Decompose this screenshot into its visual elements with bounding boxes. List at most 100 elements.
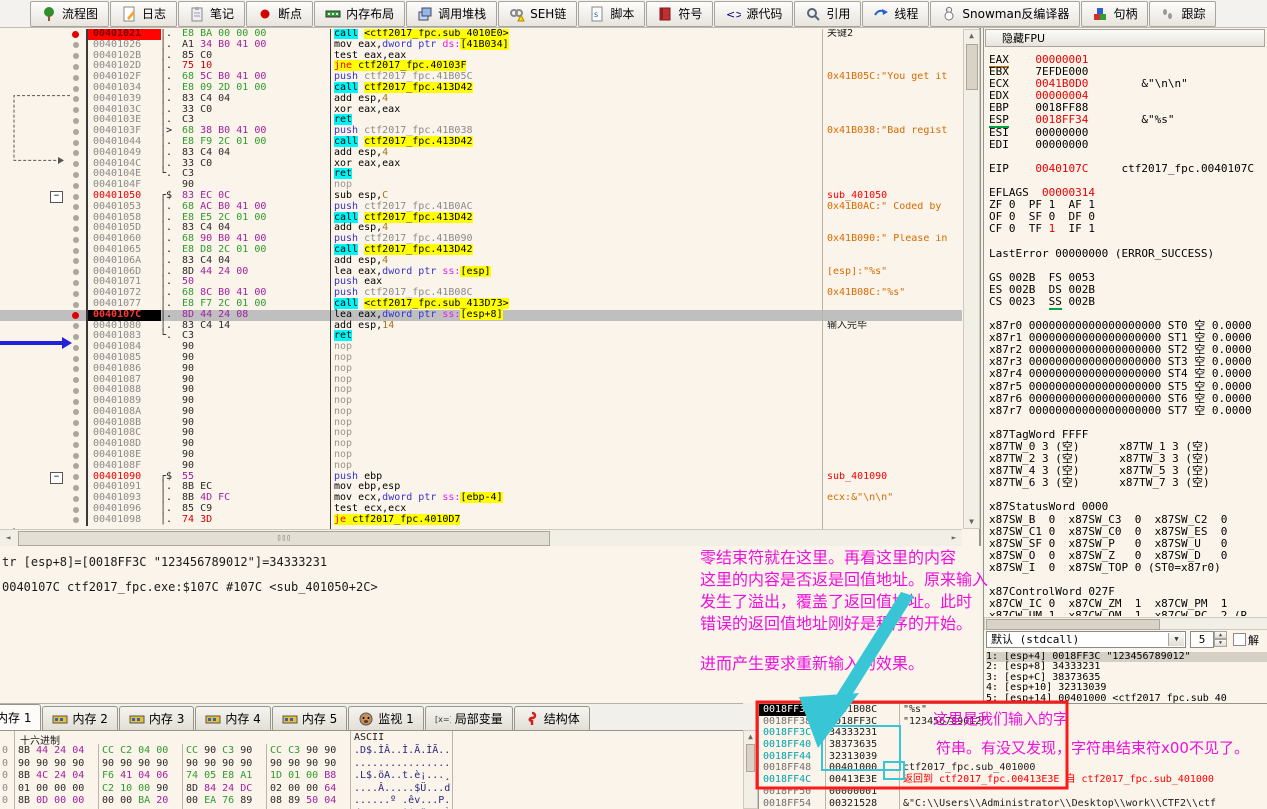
row-dot-icon[interactable] bbox=[73, 204, 79, 211]
memory-dump-panel[interactable]: 十六进制 ASCII 0 8B 44 24 04 CC C2 04 00 CC 90 … bbox=[0, 730, 743, 809]
row-dot-icon[interactable] bbox=[73, 42, 79, 49]
arg-count-input[interactable]: 5 bbox=[1190, 631, 1214, 648]
row-dot-icon[interactable] bbox=[73, 495, 79, 502]
disasm-row[interactable]: 00401088 90 nop bbox=[0, 384, 962, 397]
row-dot-icon[interactable] bbox=[73, 193, 79, 200]
disasm-row[interactable]: 00401093 │. 8B 4D FC mov ecx,dword ptr ss:[… bbox=[0, 492, 962, 505]
row-dot-icon[interactable] bbox=[73, 290, 79, 297]
arg-count-spinner[interactable]: ▲ ▼ bbox=[1214, 631, 1227, 648]
row-dot-icon[interactable] bbox=[73, 474, 79, 481]
disasm-row[interactable]: 0040108C 90 nop bbox=[0, 428, 962, 440]
row-dot-icon[interactable] bbox=[73, 74, 79, 81]
tab-监视-1[interactable]: 监视 1 bbox=[348, 706, 424, 730]
toolbar-button-seh-chain[interactable]: SEH链 bbox=[498, 0, 578, 27]
row-dot-icon[interactable] bbox=[73, 506, 79, 513]
disasm-row[interactable]: 0040104E └. C3 ret bbox=[0, 168, 962, 181]
disasm-row[interactable]: 00401085 90 nop bbox=[0, 352, 962, 364]
breakpoint-dot-icon[interactable] bbox=[72, 311, 79, 319]
disasm-row[interactable]: 00401044 │. E8 F9 2C 01 00 call ctf2017_fpc… bbox=[0, 135, 962, 148]
disassembly-vscrollbar[interactable]: ▲ ▼ bbox=[963, 29, 980, 529]
row-dot-icon[interactable] bbox=[73, 517, 79, 524]
row-dot-icon[interactable] bbox=[73, 387, 79, 394]
disasm-row[interactable]: 0040103C │. 33 C0 xor eax,eax bbox=[0, 104, 962, 116]
row-dot-icon[interactable] bbox=[73, 117, 79, 124]
row-dot-icon[interactable] bbox=[73, 409, 79, 416]
disasm-row[interactable]: 00401065 │. E8 D8 2C 01 00 call ctf2017_fpc… bbox=[0, 243, 962, 256]
disasm-row[interactable]: 00401058 │. E8 E5 2C 01 00 call ctf2017_fpc… bbox=[0, 211, 962, 224]
toolbar-button-log[interactable]: 日志 bbox=[110, 0, 178, 27]
row-dot-icon[interactable] bbox=[73, 182, 79, 189]
registers-text[interactable]: EAX 00000001 EBX 7EFDE000 ECX 0041B0D0 &"\… bbox=[989, 54, 1266, 616]
disasm-row[interactable]: 0040104C │. 33 C0 xor eax,eax bbox=[0, 158, 962, 170]
disasm-row[interactable]: 0040102F │. 68 5C B0 41 00 push ctf2017_fpc… bbox=[0, 71, 962, 83]
row-dot-icon[interactable] bbox=[73, 269, 79, 276]
chevron-down-icon[interactable]: ▼ bbox=[1168, 633, 1184, 646]
disasm-row[interactable]: 0040108A 90 nop bbox=[0, 406, 962, 418]
toolbar-button-source[interactable]: <> 源代码 bbox=[714, 0, 794, 27]
row-dot-icon[interactable] bbox=[73, 139, 79, 146]
disasm-row[interactable]: 00401080 │. 83 C4 14 add esp,14 输入完毕 bbox=[0, 320, 962, 332]
row-dot-icon[interactable] bbox=[73, 225, 79, 232]
stack-row[interactable]: 0018FF48 00401000 ctf2017_fpc.sub_401000 bbox=[759, 762, 1267, 774]
row-dot-icon[interactable] bbox=[73, 96, 79, 103]
row-dot-icon[interactable] bbox=[73, 301, 79, 308]
dump-vscrollbar[interactable]: ▲ bbox=[743, 730, 758, 809]
disasm-row[interactable]: 00401071 │. 50 push eax bbox=[0, 276, 962, 289]
disasm-row[interactable]: 0040108E 90 nop bbox=[0, 449, 962, 461]
toolbar-button-trace[interactable]: 跟踪 bbox=[1149, 0, 1217, 27]
tab-内存-3[interactable]: 内存 3 bbox=[118, 706, 195, 730]
row-dot-icon[interactable] bbox=[73, 247, 79, 254]
toolbar-button-handles[interactable]: 句柄 bbox=[1081, 0, 1149, 27]
disasm-row[interactable]: 00401039 │. 83 C4 04 add esp,4 bbox=[0, 93, 962, 105]
disasm-row[interactable]: 0040102D │. 75 10 jne ctf2017_fpc.40103F bbox=[0, 60, 962, 73]
stack-row[interactable]: 0018FF50 00000001 bbox=[759, 786, 1267, 798]
row-dot-icon[interactable] bbox=[73, 452, 79, 459]
tab-结构体[interactable]: 结构体 bbox=[513, 706, 590, 730]
dump-row[interactable]: 0 8B 0D 00 00 00 00 BA 20 00 EA 76 89 08 89 … bbox=[0, 795, 743, 808]
disasm-row[interactable]: −00401050 ┌$ 83 EC 0C sub esp,C sub_401050 bbox=[0, 190, 962, 203]
disasm-row[interactable]: 0040108F 90 nop bbox=[0, 460, 962, 472]
disasm-row[interactable]: 0040106D │. 8D 44 24 00 lea eax,dword ptr s… bbox=[0, 265, 962, 278]
row-dot-icon[interactable] bbox=[73, 398, 79, 405]
disasm-row[interactable]: 0040103E │. C3 ret bbox=[0, 114, 962, 127]
row-dot-icon[interactable] bbox=[73, 366, 79, 373]
disasm-row[interactable]: 00401098 │. 74 3D je ctf2017_fpc.4010D7 bbox=[0, 513, 962, 526]
toolbar-button-memory-map[interactable]: 内存布局 bbox=[314, 0, 406, 27]
dump-row[interactable]: 0 8B 4C 24 04 F6 41 04 06 74 05 E8 A1 1D 01 … bbox=[0, 770, 743, 783]
row-dot-icon[interactable] bbox=[73, 85, 79, 92]
row-dot-icon[interactable] bbox=[73, 431, 79, 438]
breakpoint-dot-icon[interactable] bbox=[72, 31, 79, 38]
disasm-row[interactable]: 00401053 │. 68 AC B0 41 00 push ctf2017_fpc… bbox=[0, 201, 962, 213]
row-dot-icon[interactable] bbox=[73, 128, 79, 135]
disasm-row[interactable]: 0040105D │. 83 C4 04 add esp,4 bbox=[0, 222, 962, 235]
row-dot-icon[interactable] bbox=[73, 53, 79, 60]
row-dot-icon[interactable] bbox=[73, 333, 79, 340]
row-dot-icon[interactable] bbox=[73, 279, 79, 286]
disasm-row[interactable]: 00401083 └. C3 ret bbox=[0, 330, 962, 343]
row-dot-icon[interactable] bbox=[73, 107, 79, 114]
disasm-row[interactable]: −00401090 ┌$ 55 push ebp sub_401090 bbox=[0, 471, 962, 484]
hide-fpu-button[interactable]: 隐藏FPU bbox=[985, 29, 1265, 47]
tab-局部变量[interactable]: [x=] 局部变量 bbox=[424, 706, 513, 730]
stack-row[interactable]: 0018FF4C 00413E3E 返回到 ctf2017_fpc.00413E3E… bbox=[759, 774, 1267, 786]
disassembly-hscrollbar[interactable]: ◄ ▯▯▯ ► bbox=[0, 529, 962, 546]
tab-内存-2[interactable]: 内存 2 bbox=[42, 706, 118, 730]
disasm-row[interactable]: 0040104F 90 nop bbox=[0, 179, 962, 191]
disasm-row[interactable]: 00401089 90 nop bbox=[0, 395, 962, 407]
disasm-row[interactable]: 00401086 90 nop bbox=[0, 363, 962, 375]
toolbar-button-snowman[interactable]: Snowman反编译器 bbox=[930, 0, 1081, 27]
disasm-row[interactable]: 00401096 │. 85 C9 test ecx,ecx bbox=[0, 503, 962, 515]
lock-checkbox[interactable] bbox=[1233, 633, 1246, 646]
toolbar-button-references[interactable]: 引用 bbox=[794, 0, 862, 27]
disasm-row[interactable]: 0040106A │. 83 C4 04 add esp,4 bbox=[0, 255, 962, 267]
disasm-row[interactable]: 0040103F │> 68 38 B0 41 00 push ctf2017_fpc… bbox=[0, 125, 962, 137]
disasm-row[interactable]: 00401084 90 nop bbox=[0, 341, 962, 353]
row-dot-icon[interactable] bbox=[73, 150, 79, 157]
row-dot-icon[interactable] bbox=[73, 215, 79, 222]
row-dot-icon[interactable] bbox=[73, 63, 79, 70]
dump-row[interactable]: 0 01 00 00 00 C2 10 00 90 8D 84 24 DC 02 00 … bbox=[0, 783, 743, 796]
disasm-row[interactable]: 00401087 90 nop bbox=[0, 374, 962, 386]
row-dot-icon[interactable] bbox=[73, 441, 79, 448]
row-dot-icon[interactable] bbox=[73, 463, 79, 470]
disasm-row[interactable]: 00401026 │. A1 34 B0 41 00 mov eax,dword pt… bbox=[0, 38, 962, 51]
